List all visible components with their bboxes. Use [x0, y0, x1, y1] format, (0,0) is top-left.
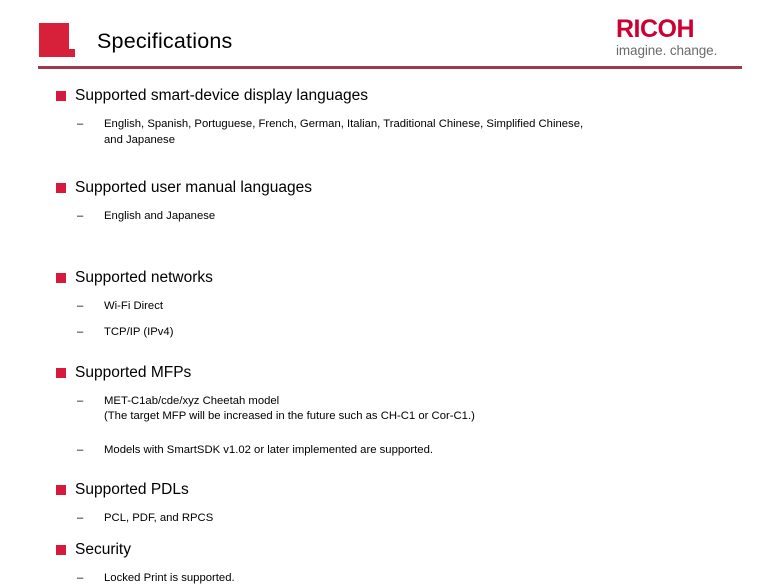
list-item: – PCL, PDF, and RPCS: [0, 511, 780, 527]
dash-bullet-icon: –: [77, 209, 83, 225]
dash-bullet-icon: –: [77, 117, 83, 133]
spacer: [0, 225, 780, 255]
square-bullet-icon: [56, 545, 66, 555]
slide: Specifications RICOH imagine. change. Su…: [0, 0, 780, 540]
list-item-line: MET-C1ab/cde/xyz Cheetah model: [104, 394, 780, 410]
spacer: [0, 255, 780, 268]
section-title: Supported MFPs: [56, 363, 191, 383]
dash-bullet-icon: –: [77, 571, 83, 586]
list-item: – TCP/IP (IPv4): [0, 325, 780, 341]
section-title: Security: [56, 540, 131, 560]
section-supported-mfps: Supported MFPs – MET-C1ab/cde/xyz Cheeta…: [0, 363, 780, 459]
spacer: [0, 458, 780, 480]
dash-bullet-icon: –: [77, 511, 83, 527]
list-item: – Locked Print is supported.: [0, 571, 780, 586]
slide-header: Specifications RICOH imagine. change.: [0, 0, 780, 72]
dash-bullet-icon: –: [77, 443, 83, 459]
spacer: [0, 527, 780, 540]
list-item-line: TCP/IP (IPv4): [104, 325, 780, 341]
list-item-line: and Japanese: [104, 133, 780, 149]
spacer: [0, 500, 780, 511]
section-supported-smart-device-display-languages: Supported smart-device display languages…: [0, 86, 780, 148]
section-heading: Security: [0, 540, 780, 560]
dash-bullet-icon: –: [77, 299, 83, 315]
ricoh-tagline: imagine. change.: [616, 43, 744, 59]
spacer: [0, 198, 780, 209]
spacer: [0, 314, 780, 325]
dash-bullet-icon: –: [77, 394, 83, 410]
section-supported-networks: Supported networks – Wi-Fi Direct – TCP/…: [0, 268, 780, 341]
section-title: Supported PDLs: [56, 480, 189, 500]
ricoh-logo: RICOH imagine. change.: [616, 16, 744, 59]
section-heading: Supported MFPs: [0, 363, 780, 383]
dash-bullet-icon: –: [77, 325, 83, 341]
section-title: Supported smart-device display languages: [56, 86, 368, 106]
section-title: Supported networks: [56, 268, 213, 288]
spacer: [0, 106, 780, 117]
section-heading: Supported PDLs: [0, 480, 780, 500]
section-heading: Supported networks: [0, 268, 780, 288]
list-item-line: Models with SmartSDK v1.02 or later impl…: [104, 443, 780, 459]
spacer: [0, 560, 780, 571]
section-supported-user-manual-languages: Supported user manual languages – Englis…: [0, 178, 780, 225]
title-accent-marker-icon: [39, 23, 69, 57]
list-item: – Models with SmartSDK v1.02 or later im…: [0, 443, 780, 459]
page-title: Specifications: [97, 27, 232, 55]
list-item: – English, Spanish, Portuguese, French, …: [0, 117, 780, 148]
ricoh-wordmark: RICOH: [616, 16, 744, 42]
list-item-line: English and Japanese: [104, 209, 780, 225]
spacer: [0, 425, 780, 443]
square-bullet-icon: [56, 273, 66, 283]
list-item: – Wi-Fi Direct: [0, 299, 780, 315]
spacer: [0, 288, 780, 299]
slide-body: Supported smart-device display languages…: [0, 86, 780, 536]
spacer: [0, 383, 780, 394]
square-bullet-icon: [56, 485, 66, 495]
header-divider: [38, 66, 742, 69]
list-item-line: PCL, PDF, and RPCS: [104, 511, 780, 527]
square-bullet-icon: [56, 91, 66, 101]
list-item-line: Wi-Fi Direct: [104, 299, 780, 315]
spacer: [0, 341, 780, 363]
square-bullet-icon: [56, 368, 66, 378]
spacer: [0, 148, 780, 178]
list-item-line: Locked Print is supported.: [104, 571, 780, 586]
section-title: Supported user manual languages: [56, 178, 312, 198]
list-item: – English and Japanese: [0, 209, 780, 225]
section-heading: Supported user manual languages: [0, 178, 780, 198]
list-item: – MET-C1ab/cde/xyz Cheetah model (The ta…: [0, 394, 780, 425]
section-heading: Supported smart-device display languages: [0, 86, 780, 106]
section-supported-pdls: Supported PDLs – PCL, PDF, and RPCS: [0, 480, 780, 527]
list-item-line: (The target MFP will be increased in the…: [104, 409, 780, 425]
list-item-line: English, Spanish, Portuguese, French, Ge…: [104, 117, 780, 133]
square-bullet-icon: [56, 183, 66, 193]
section-security: Security – Locked Print is supported.: [0, 540, 780, 586]
